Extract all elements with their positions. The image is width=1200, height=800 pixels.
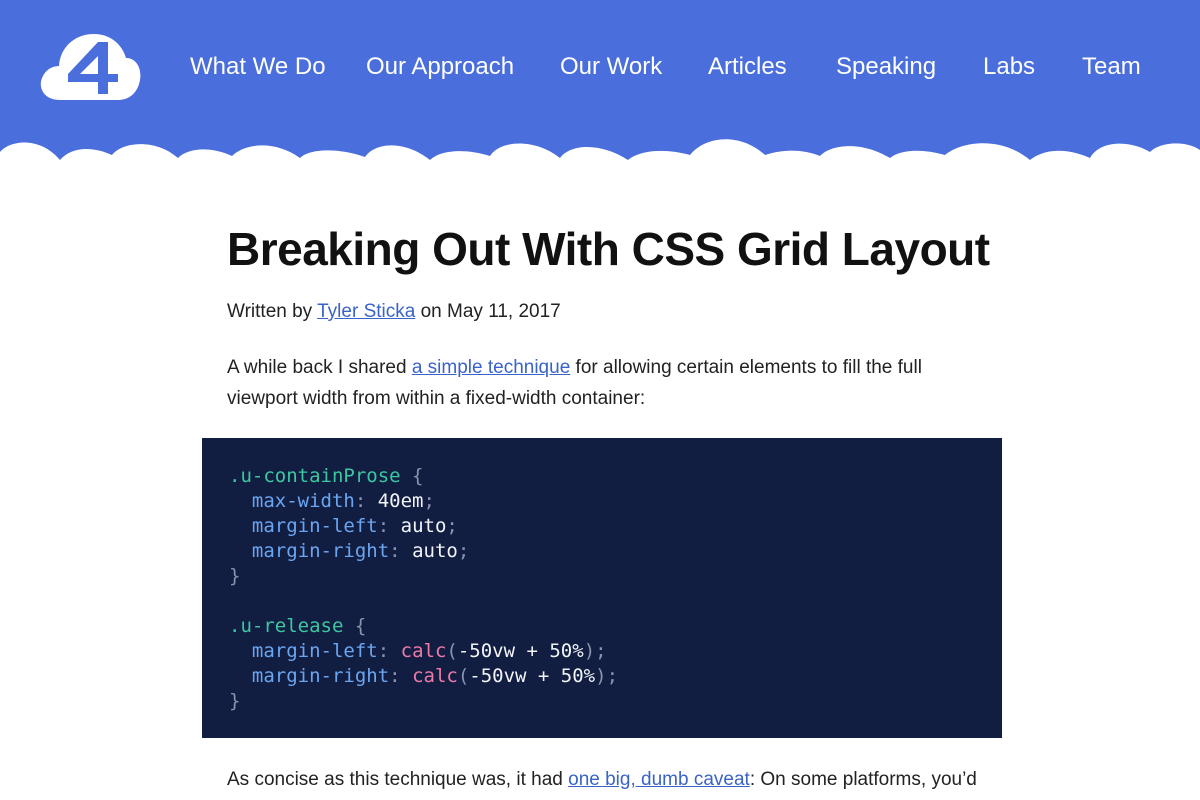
code-brace: }	[229, 690, 241, 712]
caveat-text-before: As concise as this technique was, it had	[227, 769, 569, 790]
byline-middle: on	[415, 301, 448, 322]
simple-technique-link[interactable]: a simple technique	[412, 357, 570, 378]
site-header: What We Do Our Approach Our Work Article…	[0, 0, 1200, 170]
code-semicolon: ;	[595, 640, 607, 662]
code-line: .u-containProse {	[229, 464, 1002, 489]
nav-item-articles[interactable]: Articles	[708, 50, 787, 84]
code-block: .u-containProse { max-width: 40em; margi…	[202, 438, 1002, 738]
code-semicolon: ;	[446, 515, 458, 537]
intro-paragraph: A while back I shared a simple technique…	[227, 352, 987, 414]
code-colon: :	[377, 640, 401, 662]
code-value: 40em	[377, 490, 424, 512]
nav-item-what-we-do[interactable]: What We Do	[190, 50, 326, 84]
code-line: max-width: 40em;	[229, 489, 1002, 514]
caveat-paragraph: As concise as this technique was, it had…	[227, 764, 987, 795]
nav-item-team[interactable]: Team	[1082, 50, 1141, 84]
code-line: }	[229, 689, 1002, 714]
code-line: margin-right: calc(-50vw + 50%);	[229, 664, 1002, 689]
nav-item-our-approach[interactable]: Our Approach	[366, 50, 514, 84]
code-property: margin-right	[251, 665, 390, 687]
code-line: .u-release {	[229, 614, 1002, 639]
cloud-header-background	[0, 0, 1200, 170]
caveat-link[interactable]: one big, dumb caveat	[568, 769, 750, 790]
author-link[interactable]: Tyler Sticka	[317, 301, 415, 322]
nav-item-speaking[interactable]: Speaking	[836, 50, 936, 84]
main-nav: What We Do Our Approach Our Work Article…	[0, 50, 1200, 84]
code-property: margin-right	[251, 540, 390, 562]
article-title: Breaking Out With CSS Grid Layout	[227, 223, 990, 275]
intro-text-before: A while back I shared	[227, 357, 412, 378]
code-colon: :	[377, 515, 401, 537]
code-selector: .u-containProse	[229, 465, 401, 487]
code-value: auto	[400, 515, 447, 537]
code-paren: )	[595, 665, 607, 687]
publish-date: May 11, 2017	[447, 301, 561, 322]
code-colon: :	[354, 490, 378, 512]
code-brace: }	[229, 565, 241, 587]
code-semicolon: ;	[457, 540, 470, 562]
code-colon: :	[389, 665, 413, 687]
nav-item-labs[interactable]: Labs	[983, 50, 1035, 84]
article-header: Breaking Out With CSS Grid Layout Writte…	[227, 218, 990, 326]
code-value: -50vw + 50%	[457, 640, 584, 662]
code-value: auto	[412, 540, 458, 562]
code-selector: .u-release	[229, 615, 344, 637]
code-brace: {	[400, 465, 424, 487]
code-function: calc	[412, 665, 458, 687]
code-semicolon: ;	[423, 490, 435, 512]
code-property: margin-left	[251, 640, 378, 662]
code-paren: (	[457, 665, 470, 687]
code-property: margin-left	[251, 515, 378, 537]
code-function: calc	[400, 640, 447, 662]
code-line: margin-left: auto;	[229, 514, 1002, 539]
code-line: }	[229, 564, 1002, 589]
nav-item-our-work[interactable]: Our Work	[560, 50, 662, 84]
code-line: margin-right: auto;	[229, 539, 1002, 564]
code-brace: {	[343, 615, 367, 637]
code-paren: )	[583, 640, 596, 662]
code-property: max-width	[251, 490, 355, 512]
code-semicolon: ;	[606, 665, 619, 687]
byline-prefix: Written by	[227, 301, 318, 322]
byline: Written by Tyler Sticka on May 11, 2017	[227, 298, 987, 326]
code-value: -50vw + 50%	[469, 665, 596, 687]
caveat-text-after: : On some platforms, you’d	[749, 769, 977, 790]
code-paren: (	[446, 640, 458, 662]
code-line: margin-left: calc(-50vw + 50%);	[229, 639, 1002, 664]
code-colon: :	[389, 540, 413, 562]
